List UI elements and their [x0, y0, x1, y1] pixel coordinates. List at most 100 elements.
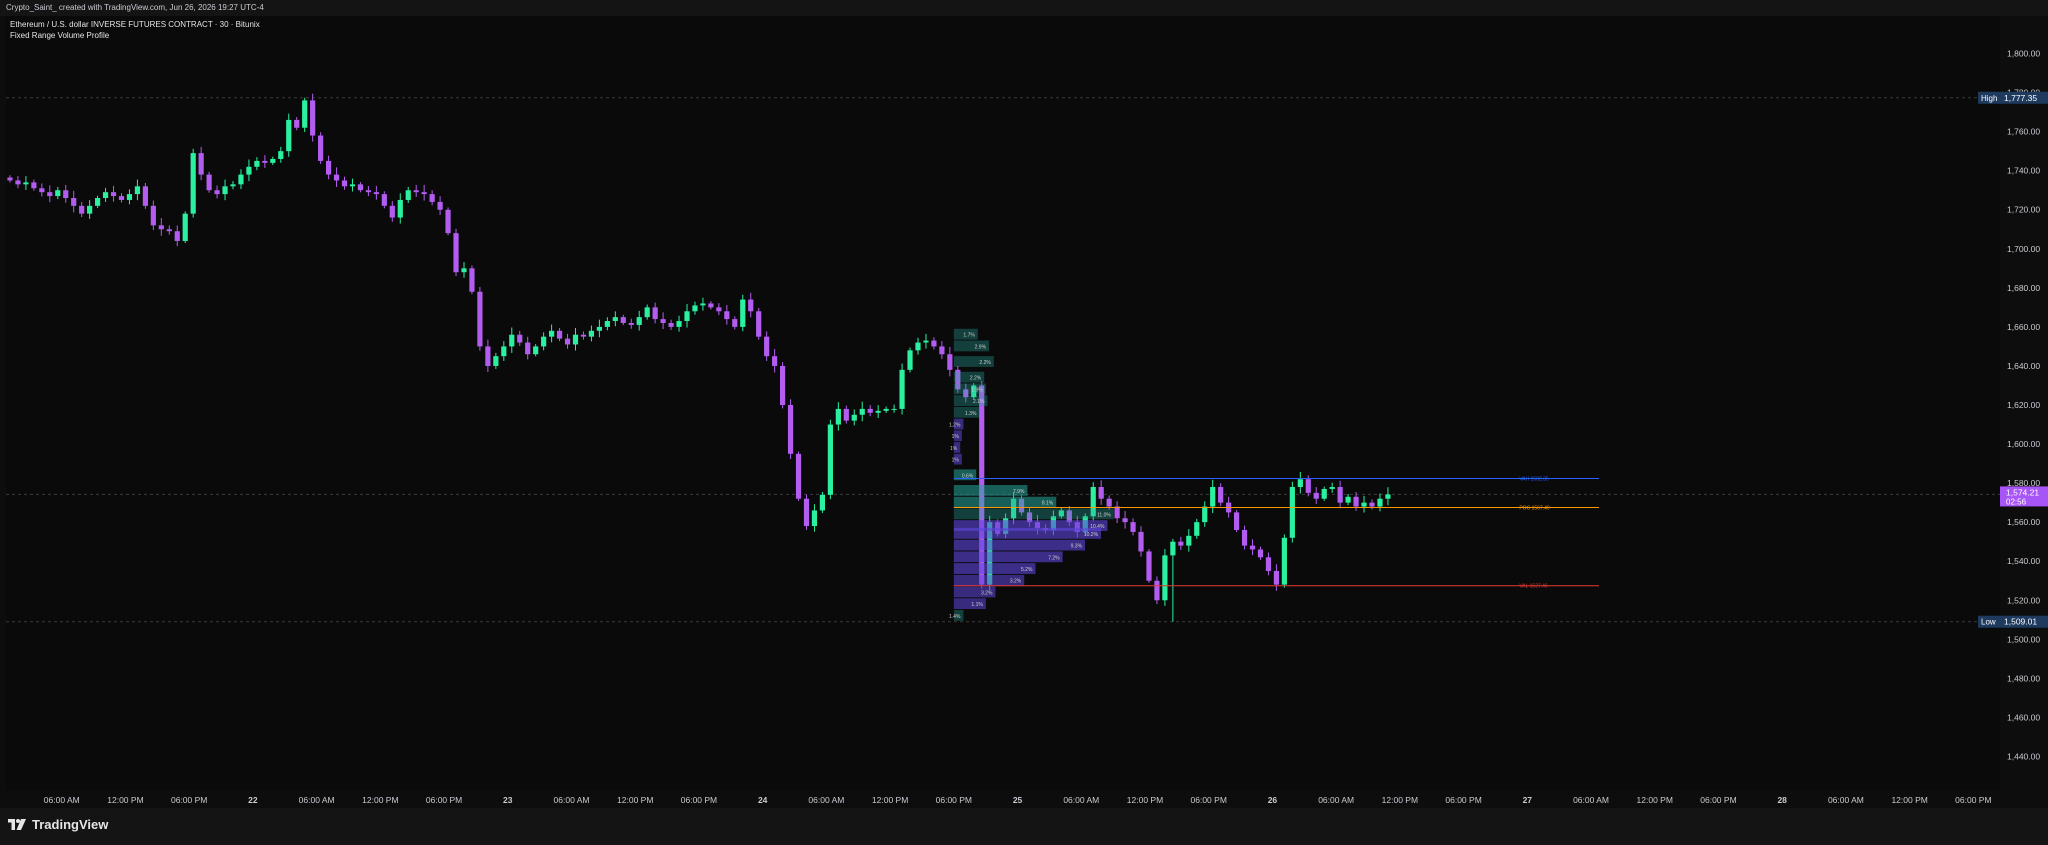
- candle-body[interactable]: [222, 186, 228, 195]
- candle-body[interactable]: [684, 311, 690, 322]
- candle-body[interactable]: [55, 190, 61, 197]
- chart-pane[interactable]: 1.4% 1.1% 3.2% 3.2% 5.2% 7.2% 9.3% 10.2% 10.4% 11…: [6, 16, 2000, 790]
- candle-body[interactable]: [827, 424, 833, 495]
- candle-body[interactable]: [692, 305, 698, 312]
- candle-body[interactable]: [1369, 502, 1375, 507]
- candle-body[interactable]: [174, 231, 180, 241]
- candle-body[interactable]: [859, 408, 865, 415]
- candle-body[interactable]: [899, 369, 905, 409]
- candle-body[interactable]: [150, 205, 156, 226]
- candle-body[interactable]: [166, 229, 172, 232]
- candle-body[interactable]: [270, 158, 276, 163]
- candle-body[interactable]: [883, 408, 889, 411]
- price-axis[interactable]: 1,800.001,780.001,760.001,740.001,720.00…: [1980, 16, 2048, 790]
- candle-body[interactable]: [325, 160, 332, 175]
- candle-body[interactable]: [453, 233, 459, 273]
- candle-body[interactable]: [87, 205, 93, 214]
- time-axis-canvas[interactable]: 06:00 AM 12:00 PM 06:00 PM 22 06:00 AM 12:00 …: [6, 790, 2000, 808]
- candle-body[interactable]: [1210, 487, 1216, 507]
- candle-body[interactable]: [79, 205, 85, 214]
- candle-body[interactable]: [238, 174, 244, 185]
- candle-body[interactable]: [764, 336, 770, 357]
- candle-body[interactable]: [134, 186, 141, 195]
- candle-body[interactable]: [1257, 549, 1264, 558]
- candle-body[interactable]: [541, 336, 547, 347]
- candle-body[interactable]: [94, 198, 101, 206]
- candle-body[interactable]: [843, 408, 849, 421]
- candle-body[interactable]: [23, 182, 29, 185]
- candle-body[interactable]: [214, 190, 220, 195]
- candle-body[interactable]: [373, 192, 379, 195]
- candle-body[interactable]: [421, 192, 427, 195]
- candle-body[interactable]: [1186, 535, 1192, 546]
- candle-body[interactable]: [620, 317, 626, 323]
- candle-body[interactable]: [851, 414, 857, 421]
- candle-body[interactable]: [811, 510, 818, 527]
- candle-body[interactable]: [262, 160, 268, 163]
- candle-body[interactable]: [333, 174, 340, 181]
- candle-body[interactable]: [254, 160, 260, 167]
- candle-body[interactable]: [740, 299, 746, 327]
- candle-body[interactable]: [1281, 537, 1287, 585]
- candle-body[interactable]: [63, 190, 69, 199]
- candle-body[interactable]: [39, 188, 45, 193]
- candle-body[interactable]: [732, 319, 738, 327]
- candle-body[interactable]: [756, 311, 762, 337]
- candle-body[interactable]: [517, 334, 523, 343]
- candle-body[interactable]: [7, 177, 13, 181]
- candle-body[interactable]: [947, 354, 953, 370]
- candle-body[interactable]: [1265, 557, 1272, 571]
- candle-body[interactable]: [533, 346, 539, 355]
- candle-body[interactable]: [158, 225, 164, 230]
- candle-body[interactable]: [1154, 580, 1160, 601]
- candle-body[interactable]: [891, 408, 897, 410]
- candle-body[interactable]: [1170, 541, 1176, 556]
- candle-body[interactable]: [572, 334, 579, 345]
- candle-body[interactable]: [381, 194, 387, 206]
- candle-body[interactable]: [556, 330, 563, 339]
- candle-body[interactable]: [1297, 479, 1303, 488]
- candle-body[interactable]: [1289, 487, 1295, 538]
- candle-body[interactable]: [357, 184, 364, 191]
- volume-profile-bar[interactable]: [953, 539, 1086, 551]
- candle-body[interactable]: [1162, 555, 1168, 601]
- volume-profile-bar[interactable]: [953, 520, 1108, 531]
- candle-body[interactable]: [525, 342, 531, 355]
- candle-body[interactable]: [1122, 518, 1128, 523]
- indicator-title[interactable]: Fixed Range Volume Profile: [10, 30, 260, 41]
- candle-body[interactable]: [1241, 529, 1248, 546]
- candle-body[interactable]: [716, 307, 722, 312]
- candle-body[interactable]: [724, 311, 730, 320]
- candle-body[interactable]: [875, 410, 881, 413]
- candle-body[interactable]: [31, 182, 37, 189]
- candle-body[interactable]: [636, 317, 642, 325]
- candle-body[interactable]: [190, 153, 196, 214]
- candle-body[interactable]: [1194, 522, 1200, 536]
- candle-body[interactable]: [118, 196, 125, 200]
- candle-body[interactable]: [549, 330, 555, 337]
- candle-body[interactable]: [1385, 494, 1391, 499]
- candle-body[interactable]: [1146, 551, 1152, 581]
- candle-body[interactable]: [485, 346, 491, 366]
- candle-body[interactable]: [1305, 479, 1311, 493]
- candle-body[interactable]: [1377, 498, 1383, 507]
- candle-body[interactable]: [1345, 496, 1351, 503]
- candle-body[interactable]: [246, 166, 252, 175]
- candle-body[interactable]: [509, 334, 515, 347]
- candle-body[interactable]: [1329, 487, 1335, 489]
- candle-body[interactable]: [708, 303, 714, 308]
- candle-body[interactable]: [1218, 487, 1224, 503]
- candle-body[interactable]: [294, 119, 300, 128]
- candle-body[interactable]: [668, 322, 674, 327]
- candle-body[interactable]: [795, 453, 802, 499]
- candle-body[interactable]: [787, 405, 794, 454]
- candle-body[interactable]: [1273, 570, 1280, 585]
- candle-body[interactable]: [413, 190, 419, 193]
- candle-body[interactable]: [461, 268, 467, 273]
- candle-body[interactable]: [748, 299, 754, 312]
- candle-body[interactable]: [142, 186, 148, 206]
- price-axis-canvas[interactable]: 1,800.001,780.001,760.001,740.001,720.00…: [1980, 16, 2048, 790]
- candle-body[interactable]: [1249, 545, 1256, 550]
- candle-body[interactable]: [939, 346, 945, 355]
- candle-body[interactable]: [1114, 506, 1120, 519]
